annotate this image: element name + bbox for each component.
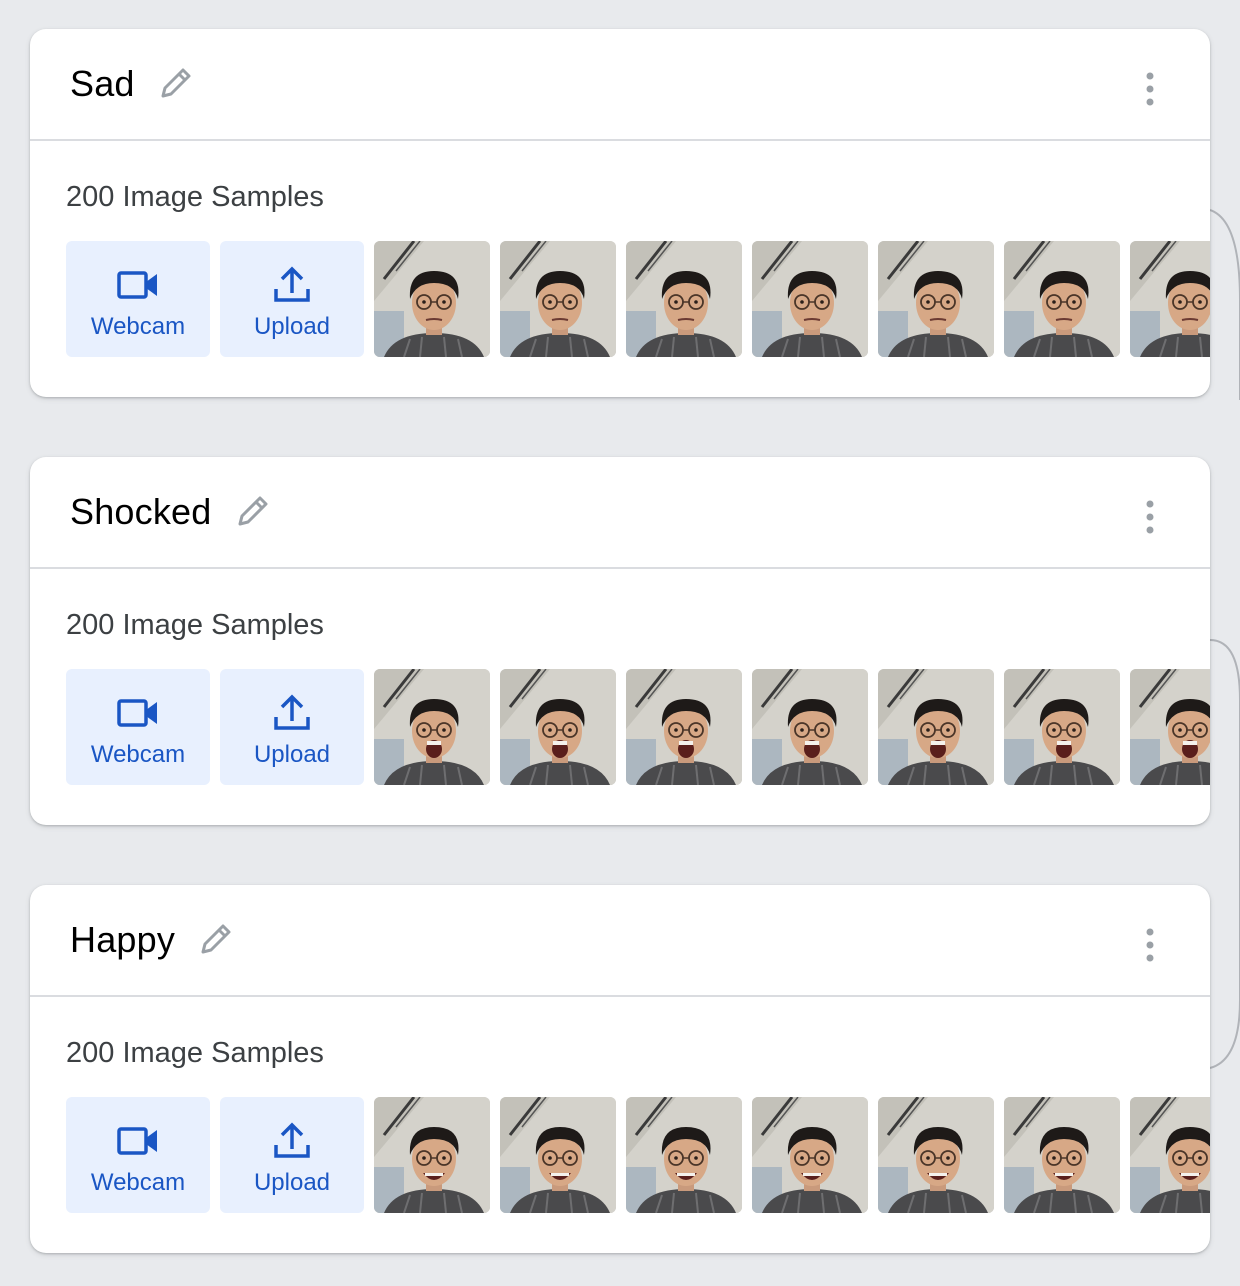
sample-thumbnail[interactable] xyxy=(374,669,490,785)
class-name: Sad xyxy=(70,63,135,104)
sample-row: Webcam Upload xyxy=(66,669,1210,785)
sample-thumbnail[interactable] xyxy=(752,241,868,357)
upload-button[interactable]: Upload xyxy=(220,241,364,357)
videocam-icon xyxy=(117,699,157,727)
sample-row: Webcam Upload xyxy=(66,1097,1210,1213)
webcam-button-label: Webcam xyxy=(90,741,186,768)
sample-thumbnail[interactable] xyxy=(878,669,994,785)
webcam-button-label: Webcam xyxy=(90,313,186,340)
sample-thumbnail[interactable] xyxy=(626,1097,742,1213)
class-card-shocked: Shocked 200 Image Samples Webcam Upload xyxy=(30,457,1210,825)
upload-icon xyxy=(274,266,310,302)
pencil-icon[interactable] xyxy=(155,64,195,104)
upload-icon xyxy=(274,694,310,730)
sample-thumbnail[interactable] xyxy=(1004,669,1120,785)
upload-button[interactable]: Upload xyxy=(220,1097,364,1213)
class-card-sad: Sad 200 Image Samples Webcam Upload xyxy=(30,29,1210,397)
webcam-button[interactable]: Webcam xyxy=(66,1097,210,1213)
class-card-header: Shocked xyxy=(30,457,1210,569)
class-name: Shocked xyxy=(70,491,212,532)
pencil-icon[interactable] xyxy=(232,492,272,532)
sample-thumbnail[interactable] xyxy=(752,669,868,785)
sample-thumbnail[interactable] xyxy=(500,1097,616,1213)
webcam-button-label: Webcam xyxy=(90,1169,186,1196)
webcam-button[interactable]: Webcam xyxy=(66,669,210,785)
class-name: Happy xyxy=(70,919,176,960)
sample-thumbnail[interactable] xyxy=(626,241,742,357)
sample-count-label: 200 Image Samples xyxy=(66,1037,324,1069)
upload-button-label: Upload xyxy=(253,1169,331,1196)
sample-thumbnail[interactable] xyxy=(878,1097,994,1213)
videocam-icon xyxy=(117,271,157,299)
sample-thumbnail[interactable] xyxy=(1004,241,1120,357)
class-card-header: Happy xyxy=(30,885,1210,997)
more-vert-icon[interactable] xyxy=(1134,69,1166,109)
sample-thumbnail[interactable] xyxy=(374,1097,490,1213)
upload-button-label: Upload xyxy=(253,741,331,768)
sample-thumbnail[interactable] xyxy=(878,241,994,357)
sample-thumbnail[interactable] xyxy=(500,241,616,357)
more-vert-icon[interactable] xyxy=(1134,925,1166,965)
upload-button-label: Upload xyxy=(253,313,331,340)
pencil-icon[interactable] xyxy=(195,920,235,960)
sample-count-label: 200 Image Samples xyxy=(66,181,324,213)
sample-thumbnail[interactable] xyxy=(626,669,742,785)
sample-thumbnail[interactable] xyxy=(752,1097,868,1213)
sample-thumbnail[interactable] xyxy=(1130,1097,1210,1213)
sample-thumbnail[interactable] xyxy=(1004,1097,1120,1213)
upload-button[interactable]: Upload xyxy=(220,669,364,785)
sample-thumbnail[interactable] xyxy=(500,669,616,785)
webcam-button[interactable]: Webcam xyxy=(66,241,210,357)
upload-icon xyxy=(274,1122,310,1158)
class-card-happy: Happy 200 Image Samples Webcam Upload xyxy=(30,885,1210,1253)
sample-thumbnail[interactable] xyxy=(1130,241,1210,357)
sample-thumbnail[interactable] xyxy=(1130,669,1210,785)
sample-count-label: 200 Image Samples xyxy=(66,609,324,641)
sample-thumbnail[interactable] xyxy=(374,241,490,357)
videocam-icon xyxy=(117,1127,157,1155)
more-vert-icon[interactable] xyxy=(1134,497,1166,537)
class-card-header: Sad xyxy=(30,29,1210,141)
sample-row: Webcam Upload xyxy=(66,241,1210,357)
